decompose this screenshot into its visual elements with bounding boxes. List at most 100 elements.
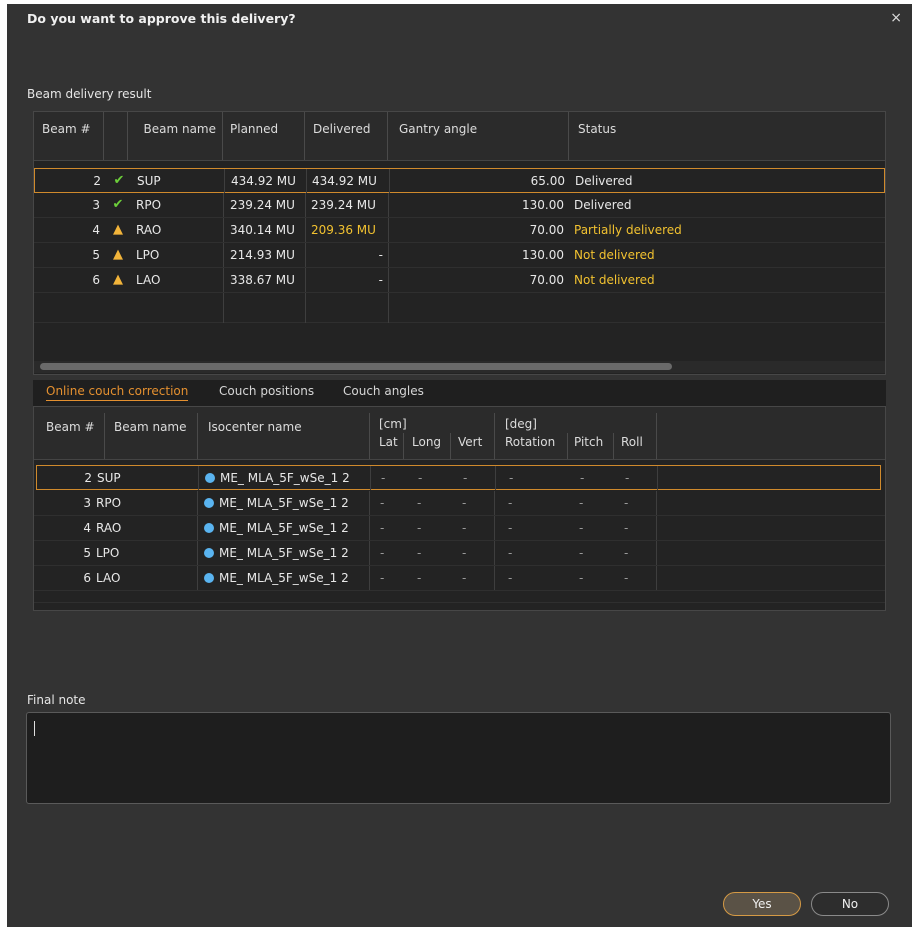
beam-name: LPO	[96, 546, 120, 560]
beam-row[interactable]: 2 ✔ SUP 434.92 MU 434.92 MU 65.00 Delivered	[34, 168, 885, 193]
isocenter-dot-icon	[204, 523, 214, 533]
delivered-value: -	[378, 273, 383, 287]
column-divider	[656, 516, 657, 540]
couch-correction-table[interactable]: Beam # Beam name Isocenter name [cm] Lat…	[33, 406, 886, 611]
beam-row[interactable]: 4 ▲ RAO 340.14 MU 209.36 MU 70.00 Partially de…	[34, 218, 885, 243]
couch-row[interactable]: 5 LPO ME_ MLA_5F_wSe_1 2 - - - - - -	[34, 541, 885, 566]
column-divider	[224, 169, 225, 193]
col-rotation[interactable]: Rotation	[505, 435, 555, 449]
approve-delivery-dialog: Do you want to approve this delivery? × …	[7, 4, 912, 927]
no-button[interactable]: No	[811, 892, 889, 916]
column-divider	[494, 491, 495, 515]
planned-value: 239.24 MU	[230, 198, 295, 212]
header-divider	[104, 413, 105, 459]
long-value: -	[417, 546, 422, 560]
vert-value: -	[462, 521, 467, 535]
beam-name: SUP	[137, 174, 161, 188]
vert-value: -	[462, 496, 467, 510]
col-beam-num[interactable]: Beam #	[34, 112, 104, 160]
tab-couch-positions[interactable]: Couch positions	[219, 384, 314, 398]
beam-number: 3	[83, 496, 91, 510]
status-value: Partially delivered	[574, 223, 682, 237]
couch-row[interactable]: 2 SUP ME_ MLA_5F_wSe_1 2 - - - - - -	[36, 465, 881, 490]
delivered-value: -	[378, 248, 383, 262]
isocenter-cell: ME_ MLA_5F_wSe_1 2	[204, 516, 369, 540]
col-delivered[interactable]: Delivered	[305, 112, 388, 160]
warning-icon: ▲	[113, 247, 123, 262]
column-divider	[494, 516, 495, 540]
delivered-value: 434.92 MU	[312, 174, 377, 188]
roll-value: -	[624, 496, 629, 510]
pitch-value: -	[580, 471, 585, 485]
column-divider	[369, 516, 370, 540]
beam-number: 2	[93, 174, 101, 188]
isocenter-name: ME_ MLA_5F_wSe_1 2	[219, 521, 349, 535]
beam-name: RAO	[96, 521, 122, 535]
column-divider	[370, 466, 371, 490]
column-divider	[305, 193, 306, 217]
lat-value: -	[380, 496, 385, 510]
long-value: -	[417, 496, 422, 510]
header-divider	[369, 413, 370, 459]
long-value: -	[417, 521, 422, 535]
beam-number: 4	[92, 223, 100, 237]
roll-value: -	[625, 471, 630, 485]
isocenter-name: ME_ MLA_5F_wSe_1 2	[219, 546, 349, 560]
col-gantry-angle[interactable]: Gantry angle	[388, 112, 569, 160]
header-divider	[656, 413, 657, 459]
pitch-value: -	[579, 571, 584, 585]
header-divider	[494, 413, 495, 459]
column-divider	[197, 566, 198, 590]
col-lat[interactable]: Lat	[379, 435, 398, 449]
beam-row[interactable]: 3 ✔ RPO 239.24 MU 239.24 MU 130.00 Delivered	[34, 193, 885, 218]
beam-number: 4	[83, 521, 91, 535]
empty-row	[34, 591, 885, 603]
warning-icon: ▲	[113, 222, 123, 237]
col-isocenter-name[interactable]: Isocenter name	[208, 420, 302, 434]
tab-couch-angles[interactable]: Couch angles	[343, 384, 424, 398]
tab-online-couch-correction[interactable]: Online couch correction	[46, 384, 189, 401]
check-icon: ✔	[112, 197, 124, 212]
beam-row[interactable]: 5 ▲ LPO 214.93 MU - 130.00 Not delivered	[34, 243, 885, 268]
column-divider	[223, 218, 224, 242]
col-pitch[interactable]: Pitch	[574, 435, 603, 449]
column-divider	[223, 193, 224, 217]
beam-name: LAO	[96, 571, 121, 585]
beam-delivery-table[interactable]: Beam # Beam name Planned Delivered Gantr…	[33, 111, 886, 375]
couch-row[interactable]: 3 RPO ME_ MLA_5F_wSe_1 2 - - - - - -	[34, 491, 885, 516]
col-status[interactable]: Status	[569, 112, 885, 160]
col-roll[interactable]: Roll	[621, 435, 643, 449]
status-value: Not delivered	[574, 248, 655, 262]
couch-tabs: Online couch correction Couch positions …	[33, 380, 886, 406]
isocenter-dot-icon	[204, 573, 214, 583]
pitch-value: -	[579, 496, 584, 510]
unit-cm-label: [cm]	[379, 417, 407, 431]
col-long[interactable]: Long	[412, 435, 441, 449]
isocenter-dot-icon	[204, 498, 214, 508]
lat-value: -	[380, 521, 385, 535]
beam-number: 6	[92, 273, 100, 287]
couch-row[interactable]: 6 LAO ME_ MLA_5F_wSe_1 2 - - - - - -	[34, 566, 885, 591]
isocenter-cell: ME_ MLA_5F_wSe_1 2	[204, 491, 369, 515]
col-couch-beam-num[interactable]: Beam #	[46, 420, 95, 434]
col-beam-name[interactable]: Beam name	[128, 112, 223, 160]
couch-row[interactable]: 4 RAO ME_ MLA_5F_wSe_1 2 - - - - - -	[34, 516, 885, 541]
gantry-angle-value: 65.00	[530, 174, 565, 188]
final-note-textarea[interactable]	[26, 712, 891, 804]
empty-row	[34, 293, 885, 323]
header-divider	[567, 433, 568, 459]
yes-button[interactable]: Yes	[723, 892, 801, 916]
beam-row[interactable]: 6 ▲ LAO 338.67 MU - 70.00 Not delivered	[34, 268, 885, 293]
delivered-value: 239.24 MU	[311, 198, 376, 212]
col-vert[interactable]: Vert	[458, 435, 482, 449]
column-divider	[656, 491, 657, 515]
column-divider	[197, 491, 198, 515]
col-couch-beam-name[interactable]: Beam name	[114, 420, 187, 434]
col-planned[interactable]: Planned	[223, 112, 305, 160]
isocenter-dot-icon	[205, 473, 215, 483]
horizontal-scrollbar-thumb[interactable]	[40, 363, 672, 370]
close-icon[interactable]: ×	[890, 10, 902, 26]
long-value: -	[417, 571, 422, 585]
gantry-angle-value: 70.00	[529, 223, 564, 237]
beam-name: SUP	[97, 471, 121, 485]
